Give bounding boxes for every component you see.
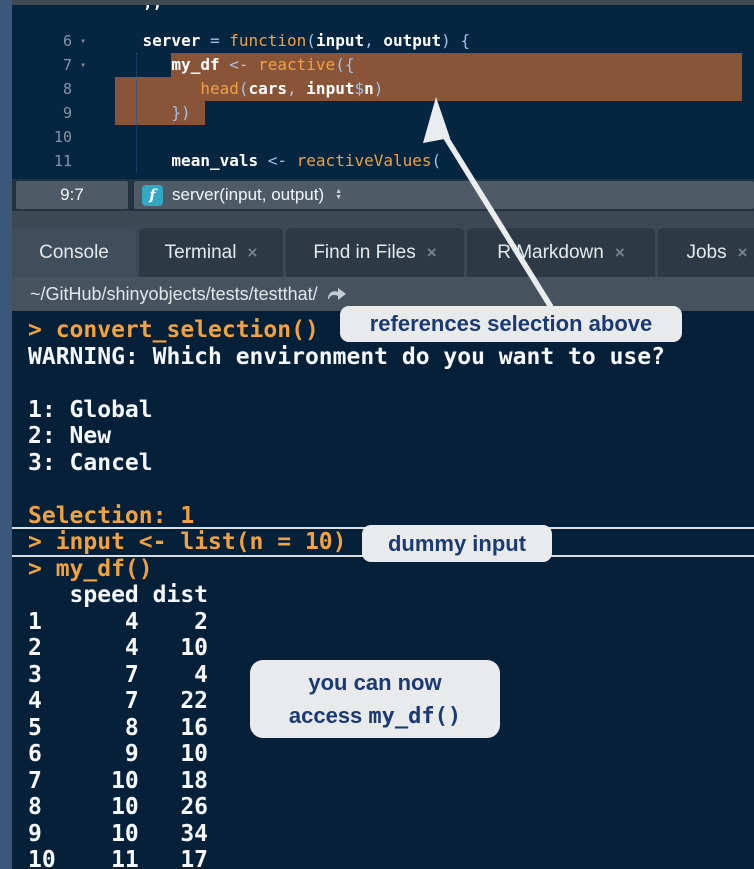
callout-dummy-input: dummy input	[362, 525, 552, 562]
console-output-line: 3: Cancel	[28, 450, 754, 477]
editor-line-7[interactable]: 7 ▾my_df <- reactive({	[12, 53, 754, 77]
console-tab-bar: ConsoleTerminal×Find in Files×R Markdown…	[12, 228, 754, 277]
working-directory-path: ~/GitHub/shinyobjects/tests/testthat/	[30, 284, 318, 305]
console-output[interactable]: > convert_selection()WARNING: Which envi…	[12, 311, 754, 869]
rstudio-window: ,, 6▾server = function(input, output) {7…	[0, 0, 754, 869]
editor-line-6[interactable]: 6 ▾server = function(input, output) {	[12, 29, 754, 53]
tab-label: Terminal	[165, 242, 237, 264]
console-output-line: 7 10 18	[28, 768, 754, 795]
line-number: 7	[12, 53, 72, 77]
scope-selector[interactable]: f server(input, output) ▲▼	[134, 181, 754, 209]
console-output-line	[28, 370, 754, 397]
line-number: 9	[12, 101, 72, 125]
editor-line-9[interactable]: 9})	[12, 101, 754, 125]
source-editor[interactable]: ,, 6▾server = function(input, output) {7…	[12, 5, 754, 179]
line-number: 8	[12, 77, 72, 101]
fold-icon[interactable]: ▾	[80, 54, 104, 78]
close-icon[interactable]: ×	[427, 243, 437, 263]
console-output-line: 6 9 10	[28, 741, 754, 768]
scope-label: server(input, output)	[172, 185, 324, 205]
close-icon[interactable]: ×	[738, 243, 748, 263]
console-output-line: 1: Global	[28, 397, 754, 424]
clipped-code-fragment: ,,	[143, 5, 162, 13]
window-left-edge	[0, 0, 12, 869]
console-output-line: 8 10 26	[28, 794, 754, 821]
callout-access-line1: you can now	[308, 666, 441, 699]
tab-console[interactable]: Console	[12, 228, 136, 277]
line-number: 11	[12, 149, 72, 173]
cursor-position: 9:7	[16, 181, 128, 209]
callout-access-mydf: you can now access my_df()	[250, 660, 500, 738]
editor-status-bar: 9:7 f server(input, output) ▲▼	[12, 179, 754, 211]
console-output-line: 1 4 2	[28, 609, 754, 636]
code-text: my_df <- reactive({	[104, 53, 754, 77]
code-text: })	[104, 101, 754, 125]
function-icon: f	[142, 185, 163, 206]
tab-jobs[interactable]: Jobs ×	[658, 228, 754, 277]
fold-icon[interactable]: ▾	[80, 30, 104, 54]
line-number: 6	[12, 29, 72, 53]
tab-r-markdown[interactable]: R Markdown ×	[467, 228, 655, 277]
callout-code-mydf: my_df()	[368, 704, 461, 729]
close-icon[interactable]: ×	[615, 243, 625, 263]
console-output-line: 2 4 10	[28, 635, 754, 662]
editor-line-8[interactable]: 8 head(cars, input$n)	[12, 77, 754, 101]
line-number: 10	[12, 125, 72, 149]
code-text: head(cars, input$n)	[104, 77, 754, 101]
tab-find-in-files[interactable]: Find in Files ×	[286, 228, 464, 277]
tab-label: Find in Files	[313, 242, 415, 264]
callout-access-line2: access my_df()	[289, 699, 461, 733]
code-text: server = function(input, output) {	[104, 29, 754, 53]
goto-directory-icon[interactable]	[326, 286, 348, 302]
tab-label: Jobs	[686, 242, 726, 264]
console-output-line: speed dist	[28, 582, 754, 609]
close-icon[interactable]: ×	[247, 243, 257, 263]
console-output-line: WARNING: Which environment do you want t…	[28, 344, 754, 371]
code-text: mean_vals <- reactiveValues(	[104, 149, 754, 173]
editor-line-10[interactable]: 10	[12, 125, 754, 149]
indent-guide	[136, 53, 137, 173]
console-output-line: 10 11 17	[28, 847, 754, 869]
tab-label: R Markdown	[497, 242, 604, 264]
scope-nav-arrows-icon[interactable]: ▲▼	[335, 189, 342, 201]
tab-label: Console	[39, 242, 109, 264]
console-output-line	[28, 476, 754, 503]
tab-terminal[interactable]: Terminal ×	[139, 228, 283, 277]
console-output-line: 9 10 34	[28, 821, 754, 848]
console-output-line: 2: New	[28, 423, 754, 450]
editor-line-11[interactable]: 11 mean_vals <- reactiveValues(	[12, 149, 754, 173]
callout-references-selection: references selection above	[340, 306, 682, 342]
